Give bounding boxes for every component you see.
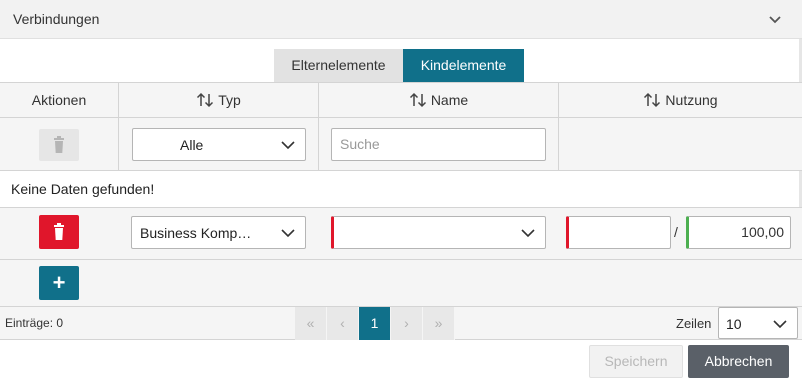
table-header: Aktionen Typ Name Nutzung [0,82,802,118]
column-type[interactable]: Typ [119,83,319,118]
type-filter-select[interactable]: Alle [132,128,306,161]
name-search-placeholder: Suche [340,136,380,152]
tab-children[interactable]: Kindelemente [403,49,524,82]
pagination: « ‹ 1 › » [295,307,455,340]
filter-usage-cell [559,118,802,170]
usage-total-value: 100,00 [741,224,784,240]
chevron-down-icon[interactable] [768,12,782,26]
name-search-input[interactable]: Suche [331,128,546,161]
column-name-label: Name [430,92,469,108]
column-type-label: Typ [218,92,241,108]
no-data-message: Keine Daten gefunden! [11,181,155,197]
chevron-down-icon [773,320,787,329]
add-button[interactable]: + [39,266,79,300]
rows-per-page-select[interactable]: 10 [718,307,798,339]
prev-page-button[interactable]: ‹ [327,307,359,340]
panel-header[interactable]: Verbindungen [0,0,802,39]
next-page-button[interactable]: › [391,307,423,340]
sort-icon [644,92,661,108]
usage-total-input[interactable]: 100,00 [686,216,791,249]
usage-input[interactable] [566,216,671,249]
rows-per-page-value: 10 [726,316,742,332]
trash-icon [54,136,64,153]
filter-type-cell: Alle [119,118,319,170]
chevron-down-icon [521,229,535,238]
chevron-down-icon [281,141,295,150]
filter-name-cell: Suche [319,118,559,170]
type-select[interactable]: Business Komp… [131,216,306,249]
filter-row: Alle Suche [0,118,802,171]
column-actions: Aktionen [0,83,119,118]
column-usage-label: Nutzung [665,92,718,108]
current-page-button[interactable]: 1 [359,307,391,340]
sort-icon [197,92,214,108]
tab-parents[interactable]: Elternelemente [274,49,403,82]
column-usage[interactable]: Nutzung [559,83,802,118]
column-actions-label: Aktionen [31,92,87,108]
entries-count: Einträge: 0 [5,316,64,330]
table-footer: Einträge: 0 « ‹ 1 › » Zeilen 10 [0,307,802,340]
delete-row-button[interactable] [39,215,79,249]
panel-title: Verbindungen [13,11,100,27]
add-row: + [0,260,802,307]
type-select-value: Business Komp… [140,225,252,241]
new-entry-row: Business Komp… 100,00 [0,207,802,260]
trash-icon [54,223,64,240]
first-page-button[interactable]: « [295,307,327,340]
name-select[interactable] [331,216,546,249]
save-button[interactable]: Speichern [589,345,683,378]
relation-tabs: Elternelemente Kindelemente [274,49,524,82]
sort-icon [409,92,426,108]
type-filter-value: Alle [180,137,204,153]
last-page-button[interactable]: » [423,307,455,340]
chevron-down-icon [281,229,295,238]
delete-all-button[interactable] [39,129,79,161]
column-name[interactable]: Name [319,83,559,118]
plus-icon: + [52,270,66,295]
usage-separator: / [674,224,678,240]
rows-label: Zeilen [676,316,712,331]
cancel-button[interactable]: Abbrechen [688,345,789,378]
filter-actions-cell [0,118,119,170]
